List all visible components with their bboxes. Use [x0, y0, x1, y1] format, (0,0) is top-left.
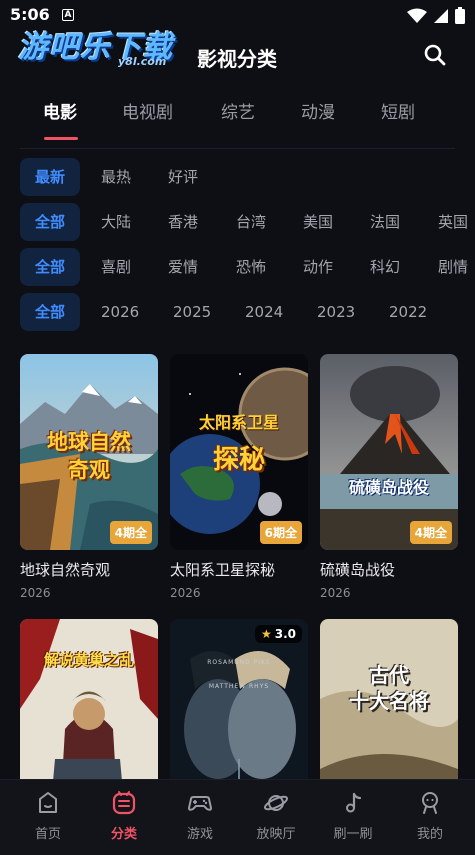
region-chip[interactable]: 大陆: [101, 203, 131, 241]
page-title: 影视分类: [197, 47, 277, 71]
tab-short-drama[interactable]: 短剧: [381, 98, 415, 123]
poster-title-line: 十大名将: [349, 689, 429, 713]
poster-image: 古代 十大名将: [320, 619, 458, 782]
genre-chip[interactable]: 恐怖: [236, 248, 266, 286]
year-chip[interactable]: 2026: [101, 293, 139, 331]
nav-label: 放映厅: [256, 827, 296, 842]
year-chip[interactable]: 2023: [317, 293, 355, 331]
poster-title-line: 硫磺岛战役: [348, 478, 429, 497]
video-card[interactable]: 硫磺岛战役 4期全 硫磺岛战役 2026: [320, 354, 458, 600]
episode-badge: 4期全: [109, 521, 152, 544]
poster-image: 解说黄巢之乱: [20, 619, 158, 782]
tab-tv-series[interactable]: 电视剧: [122, 98, 173, 123]
year-chip-all[interactable]: 全部: [20, 293, 80, 331]
video-year: 2026: [170, 586, 201, 600]
episode-badge: 6期全: [259, 521, 302, 544]
region-chip[interactable]: 美国: [303, 203, 333, 241]
nav-shorts[interactable]: 刷一刷: [318, 790, 388, 842]
poster-image: 太阳系卫星 探秘 6期全: [170, 354, 308, 550]
video-card[interactable]: 解说黄巢之乱: [20, 619, 158, 782]
nav-label: 我的: [416, 827, 443, 842]
poster-image: ROSAMUND PIKE MATTHEW RHYS ★ 3.0: [170, 619, 308, 782]
nav-theater[interactable]: 放映厅: [241, 790, 311, 842]
rating-value: 3.0: [274, 627, 296, 641]
app-logo: 游吧乐下载 y8l.com: [18, 22, 188, 72]
genre-chip-all[interactable]: 全部: [20, 248, 80, 286]
region-chip[interactable]: 香港: [168, 203, 198, 241]
rating-badge: ★ 3.0: [254, 625, 302, 643]
genre-chip[interactable]: 爱情: [168, 248, 198, 286]
region-chip[interactable]: 法国: [370, 203, 400, 241]
home-face-icon: [39, 792, 57, 813]
category-tabs: 电影 电视剧 综艺 动漫 短剧: [0, 92, 475, 142]
logo-domain: y8l.com: [118, 55, 167, 68]
video-title: 硫磺岛战役: [320, 561, 396, 579]
poster-title-line: 地球自然: [47, 430, 131, 454]
region-chip[interactable]: 台湾: [236, 203, 266, 241]
poster-title-line: 太阳系卫星: [198, 413, 279, 432]
video-card[interactable]: ROSAMUND PIKE MATTHEW RHYS ★ 3.0: [170, 619, 308, 782]
nav-home[interactable]: 首页: [13, 790, 83, 842]
region-chip-all[interactable]: 全部: [20, 203, 80, 241]
video-title: 地球自然奇观: [20, 561, 111, 579]
video-title: 太阳系卫星探秘: [170, 561, 276, 579]
app-header: 游吧乐下载 y8l.com 影视分类: [0, 20, 475, 90]
profile-icon: [422, 792, 438, 814]
sort-chip-rating[interactable]: 好评: [168, 158, 198, 196]
tab-anime[interactable]: 动漫: [301, 98, 335, 123]
nav-label: 首页: [34, 827, 61, 842]
tab-variety[interactable]: 综艺: [221, 98, 255, 123]
poster-title-line: 古代: [369, 663, 409, 687]
video-year: 2026: [20, 586, 51, 600]
genre-chip[interactable]: 剧情: [438, 248, 468, 286]
nav-games[interactable]: 游戏: [165, 790, 235, 842]
tabs-divider: [20, 148, 455, 149]
region-filter-row: 全部 大陆 香港 台湾 美国 法国 英国: [20, 203, 475, 241]
region-chip[interactable]: 英国: [438, 203, 468, 241]
video-grid: 地球自然 奇观 4期全 地球自然奇观 2026 太阳系卫星 探秘 6期全 太阳系…: [0, 352, 475, 782]
poster-image: 地球自然 奇观 4期全: [20, 354, 158, 550]
genre-chip[interactable]: 科幻: [370, 248, 400, 286]
poster-image: 硫磺岛战役 4期全: [320, 354, 458, 550]
sort-chip-latest[interactable]: 最新: [20, 158, 80, 196]
search-button[interactable]: [420, 40, 450, 70]
sort-filter-row: 最新 最热 好评: [20, 158, 475, 196]
sort-chip-hot[interactable]: 最热: [101, 158, 131, 196]
year-chip[interactable]: 2025: [173, 293, 211, 331]
poster-credit: MATTHEW RHYS: [208, 683, 270, 690]
music-note-icon: [346, 792, 362, 813]
genre-chip[interactable]: 动作: [303, 248, 333, 286]
year-chip[interactable]: 2024: [245, 293, 283, 331]
nav-label: 游戏: [186, 827, 213, 842]
nav-label: 刷一刷: [333, 827, 373, 842]
video-card[interactable]: 太阳系卫星 探秘 6期全 太阳系卫星探秘 2026: [170, 354, 308, 600]
poster-title-line: 解说黄巢之乱: [43, 651, 134, 669]
video-card[interactable]: 地球自然 奇观 4期全 地球自然奇观 2026: [20, 354, 158, 600]
planet-icon: [263, 795, 289, 811]
search-icon: [424, 44, 446, 66]
poster-credit: ROSAMUND PIKE: [207, 659, 271, 666]
video-year: 2026: [320, 586, 351, 600]
genre-filter-row: 全部 喜剧 爱情 恐怖 动作 科幻 剧情: [20, 248, 475, 286]
poster-title-line: 奇观: [68, 458, 110, 482]
genre-chip[interactable]: 喜剧: [101, 248, 131, 286]
poster-title-line: 探秘: [212, 445, 265, 475]
year-filter-row: 全部 2026 2025 2024 2023 2022: [20, 293, 475, 331]
tab-movie[interactable]: 电影: [43, 98, 77, 123]
bottom-navigation: 首页 分类 游戏 放映厅 刷一刷 我的: [0, 779, 475, 855]
active-tab-indicator: [44, 137, 78, 140]
gamepad-icon: [188, 796, 212, 811]
episode-badge: 4期全: [409, 521, 452, 544]
category-list-icon: [112, 791, 136, 815]
year-chip[interactable]: 2022: [389, 293, 427, 331]
video-card[interactable]: 古代 十大名将: [320, 619, 458, 782]
star-icon: ★: [260, 627, 272, 641]
nav-category[interactable]: 分类: [89, 790, 159, 842]
nav-label: 分类: [110, 827, 137, 842]
nav-profile[interactable]: 我的: [395, 790, 465, 842]
